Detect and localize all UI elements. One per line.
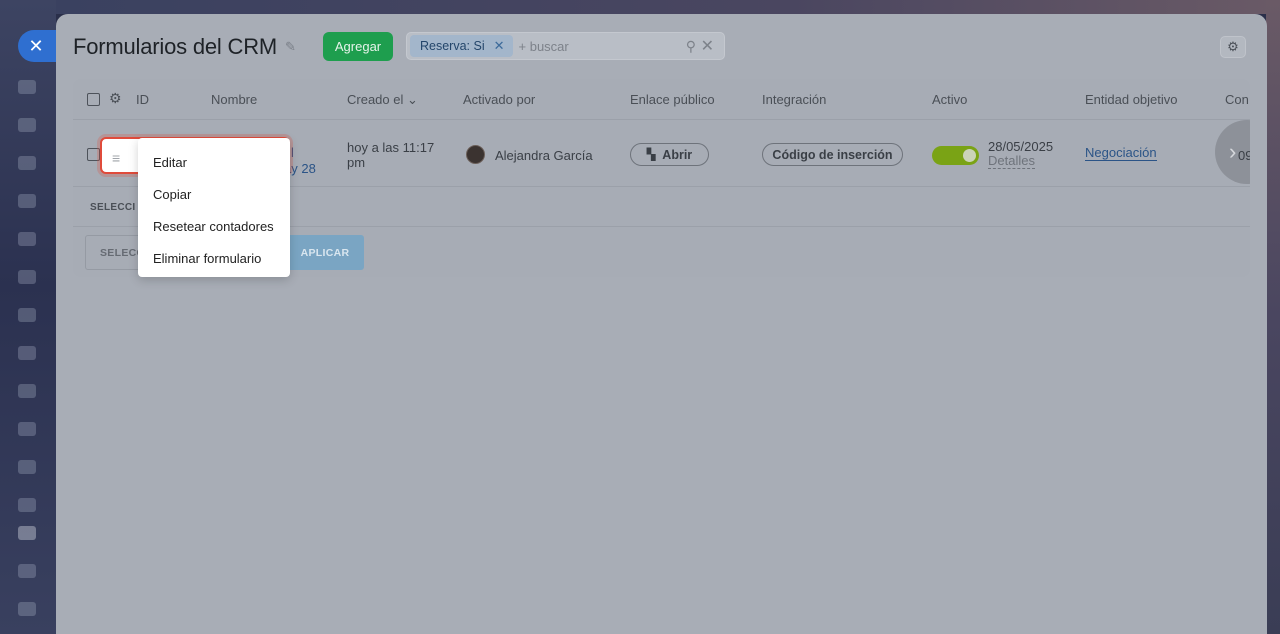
sidebar-icon[interactable] bbox=[18, 346, 36, 360]
sidebar-icon[interactable] bbox=[18, 526, 36, 540]
sidebar-icon[interactable] bbox=[18, 384, 36, 398]
sidebar-icon[interactable] bbox=[18, 602, 36, 616]
target-entity-link[interactable]: Negociación bbox=[1085, 146, 1157, 161]
column-header-integration[interactable]: Integración bbox=[762, 92, 826, 107]
qr-code-icon: ▚ bbox=[646, 149, 656, 161]
column-header-activated-by[interactable]: Activado por bbox=[463, 92, 535, 107]
pin-icon[interactable]: ✎ bbox=[285, 39, 296, 55]
filter-search-box[interactable]: Reserva: Si ✕ ⚲ ✕ bbox=[406, 32, 725, 60]
grid-header: ⚙ ID Nombre Creado el ⌄ Activado por Enl… bbox=[73, 79, 1250, 120]
menu-item-copy[interactable]: Copiar bbox=[138, 178, 290, 210]
sidebar-icon[interactable] bbox=[18, 308, 36, 322]
select-all-checkbox[interactable] bbox=[87, 93, 100, 106]
sidebar-icon[interactable] bbox=[18, 498, 36, 512]
sidebar-icon[interactable] bbox=[18, 232, 36, 246]
cut-column-value: 09 bbox=[1238, 148, 1250, 163]
embed-code-button[interactable]: Código de inserción bbox=[762, 143, 903, 166]
page-header: Formularios del CRM ✎ bbox=[73, 32, 296, 62]
menu-item-edit[interactable]: Editar bbox=[138, 146, 290, 178]
column-header-cut[interactable]: Con bbox=[1225, 92, 1249, 107]
avatar[interactable] bbox=[466, 145, 485, 164]
created-date: hoy a las 11:17 pm bbox=[347, 140, 434, 170]
remove-filter-icon[interactable]: ✕ bbox=[494, 38, 505, 54]
search-icon[interactable]: ⚲ bbox=[686, 38, 696, 55]
background-right bbox=[1266, 0, 1280, 634]
column-header-created[interactable]: Creado el ⌄ bbox=[347, 92, 418, 108]
chevron-right-icon: › bbox=[1229, 139, 1237, 164]
toggle-knob bbox=[963, 149, 976, 162]
close-icon: ✕ bbox=[28, 35, 44, 56]
clear-search-icon[interactable]: ✕ bbox=[701, 36, 714, 56]
apply-button[interactable]: APLICAR bbox=[286, 235, 364, 270]
open-label: Abrir bbox=[662, 147, 693, 162]
open-public-link-button[interactable]: ▚ Abrir bbox=[630, 143, 709, 166]
add-button[interactable]: Agregar bbox=[323, 32, 393, 61]
filter-chip[interactable]: Reserva: Si ✕ bbox=[410, 35, 513, 57]
details-link[interactable]: Detalles bbox=[988, 154, 1035, 169]
activated-by-user[interactable]: Alejandra García bbox=[495, 148, 593, 163]
chevron-down-icon: ⌄ bbox=[407, 92, 418, 107]
sidebar-icon[interactable] bbox=[18, 564, 36, 578]
sidebar-icon[interactable] bbox=[18, 194, 36, 208]
column-header-id[interactable]: ID bbox=[136, 92, 149, 107]
menu-icon[interactable]: ≡ bbox=[112, 150, 120, 166]
column-settings-gear-icon[interactable]: ⚙ bbox=[109, 90, 122, 107]
settings-button[interactable]: ⚙ bbox=[1220, 36, 1246, 58]
sidebar-icon[interactable] bbox=[18, 460, 36, 474]
active-date: 28/05/2025 bbox=[988, 139, 1054, 154]
column-header-name[interactable]: Nombre bbox=[211, 92, 257, 107]
sidebar-icon[interactable] bbox=[18, 422, 36, 436]
column-header-public-link[interactable]: Enlace público bbox=[630, 92, 715, 107]
form-name-link[interactable]: l bbox=[291, 145, 294, 160]
menu-item-delete-form[interactable]: Eliminar formulario bbox=[138, 242, 290, 274]
column-header-active[interactable]: Activo bbox=[932, 92, 967, 107]
menu-item-reset-counters[interactable]: Resetear contadores bbox=[138, 210, 290, 242]
row-checkbox[interactable] bbox=[87, 148, 100, 161]
created-line-1: hoy a las 11:17 bbox=[347, 140, 435, 155]
selected-count-label: SELECCI bbox=[90, 202, 136, 213]
background-top bbox=[56, 0, 1280, 14]
context-menu: Editar Copiar Resetear contadores Elimin… bbox=[138, 138, 290, 277]
created-line-2: pm bbox=[347, 155, 366, 170]
column-header-target-entity[interactable]: Entidad objetivo bbox=[1085, 92, 1178, 107]
sidebar-icon[interactable] bbox=[18, 80, 36, 94]
filter-chip-label: Reserva: Si bbox=[420, 39, 485, 53]
left-sidebar bbox=[0, 0, 56, 634]
page-title: Formularios del CRM bbox=[73, 34, 278, 59]
sidebar-icon[interactable] bbox=[18, 156, 36, 170]
slider-panel: Formularios del CRM ✎ Agregar Reserva: S… bbox=[56, 14, 1267, 634]
active-toggle[interactable] bbox=[932, 146, 979, 165]
search-input[interactable] bbox=[518, 38, 679, 54]
sidebar-icon[interactable] bbox=[18, 270, 36, 284]
sidebar-icon[interactable] bbox=[18, 118, 36, 132]
gear-icon: ⚙ bbox=[1227, 39, 1239, 54]
close-slider-button[interactable]: ✕ bbox=[18, 30, 58, 62]
